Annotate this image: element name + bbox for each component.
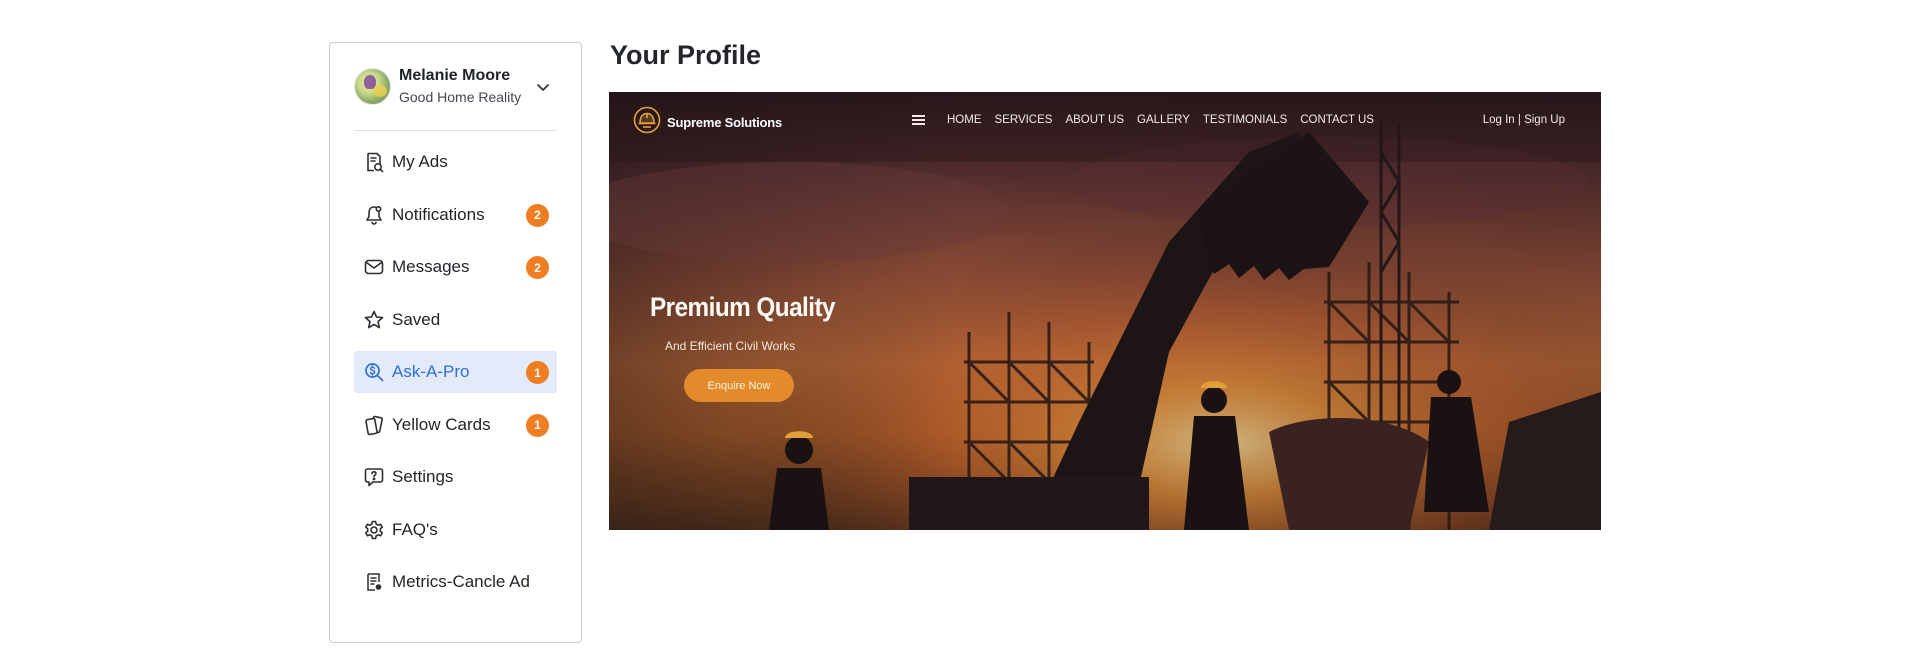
menu-link-about-us[interactable]: ABOUT US xyxy=(1065,114,1124,126)
brand-name: Supreme Solutions xyxy=(667,115,783,130)
star-icon xyxy=(362,308,386,332)
sidebar-item-label: FAQ's xyxy=(392,519,438,539)
page-title: Your Profile xyxy=(610,40,762,70)
sidebar-item-saved[interactable]: Saved xyxy=(354,299,557,341)
sidebar-item-label: Ask-A-Pro xyxy=(392,362,470,381)
menu-link-services[interactable]: SERVICES xyxy=(995,114,1053,126)
user-company: Good Home Reality xyxy=(399,89,522,106)
sidebar-nav: My Ads Notifications 2 Messages 2 Saved … xyxy=(354,141,557,603)
sidebar-item-metrics-cancel-ad[interactable]: Metrics-Cancle Ad xyxy=(354,561,557,603)
chevron-down-icon[interactable] xyxy=(535,79,551,95)
menu-link-testimonials[interactable]: TESTIMONIALS xyxy=(1203,114,1287,126)
hamburger-menu-icon[interactable] xyxy=(912,115,925,125)
website-navbar: Supreme Solutions HOME SERVICES ABOUT US… xyxy=(609,92,1601,152)
avatar xyxy=(354,68,391,105)
envelope-icon xyxy=(362,255,386,279)
sidebar-item-yellow-cards[interactable]: Yellow Cards 1 xyxy=(354,404,557,446)
message-count-badge: 2 xyxy=(526,256,549,279)
sidebar-item-label: Yellow Cards xyxy=(392,414,491,434)
website-menu: HOME SERVICES ABOUT US GALLERY TESTIMONI… xyxy=(912,114,1387,126)
report-icon xyxy=(362,570,386,594)
sidebar-item-label: Settings xyxy=(392,467,454,486)
sidebar-item-label: Messages xyxy=(392,257,470,276)
enquire-now-button[interactable]: Enquire Now xyxy=(684,369,794,402)
search-dollar-icon xyxy=(362,360,386,384)
ask-a-pro-count-badge: 1 xyxy=(526,361,549,384)
user-name: Melanie Moore xyxy=(399,67,511,85)
sidebar-item-settings[interactable]: Settings xyxy=(354,456,557,498)
menu-link-contact-us[interactable]: CONTACT US xyxy=(1300,114,1374,126)
profile-banner-image: Supreme Solutions HOME SERVICES ABOUT US… xyxy=(609,92,1601,530)
auth-links: Log In | Sign Up xyxy=(1483,114,1565,126)
menu-link-home[interactable]: HOME xyxy=(947,114,982,126)
sidebar-item-notifications[interactable]: Notifications 2 xyxy=(354,194,557,236)
sidebar-item-label: My Ads xyxy=(392,152,448,171)
gear-icon xyxy=(362,518,386,542)
sidebar-item-ask-a-pro[interactable]: Ask-A-Pro 1 xyxy=(354,351,557,393)
profile-sidebar: Melanie Moore Good Home Reality My Ads N… xyxy=(329,42,582,643)
notification-count-badge: 2 xyxy=(526,203,549,227)
sidebar-item-messages[interactable]: Messages 2 xyxy=(354,246,557,288)
yellow-cards-count-badge: 1 xyxy=(526,413,549,437)
sidebar-item-faqs[interactable]: FAQ's xyxy=(354,509,557,551)
bell-icon xyxy=(362,203,386,227)
user-info: Melanie Moore Good Home Reality xyxy=(399,66,521,107)
menu-link-gallery[interactable]: GALLERY xyxy=(1137,114,1190,126)
sidebar-item-label: Metrics-Cancle Ad xyxy=(392,572,530,591)
sidebar-item-my-ads[interactable]: My Ads xyxy=(354,141,557,183)
brand-logo[interactable]: Supreme Solutions xyxy=(633,106,782,139)
hero-title: Premium Quality xyxy=(650,292,836,322)
search-document-icon xyxy=(362,150,386,174)
hero-subtitle: And Efficient Civil Works xyxy=(665,339,796,353)
login-signup-link[interactable]: Log In | Sign Up xyxy=(1483,114,1565,126)
sidebar-item-label: Notifications xyxy=(392,204,485,224)
helmet-logo-icon xyxy=(633,106,661,139)
sidebar-item-label: Saved xyxy=(392,309,441,329)
cards-icon xyxy=(362,413,386,437)
question-bubble-icon xyxy=(362,465,386,489)
user-card[interactable]: Melanie Moore Good Home Reality xyxy=(354,43,557,131)
